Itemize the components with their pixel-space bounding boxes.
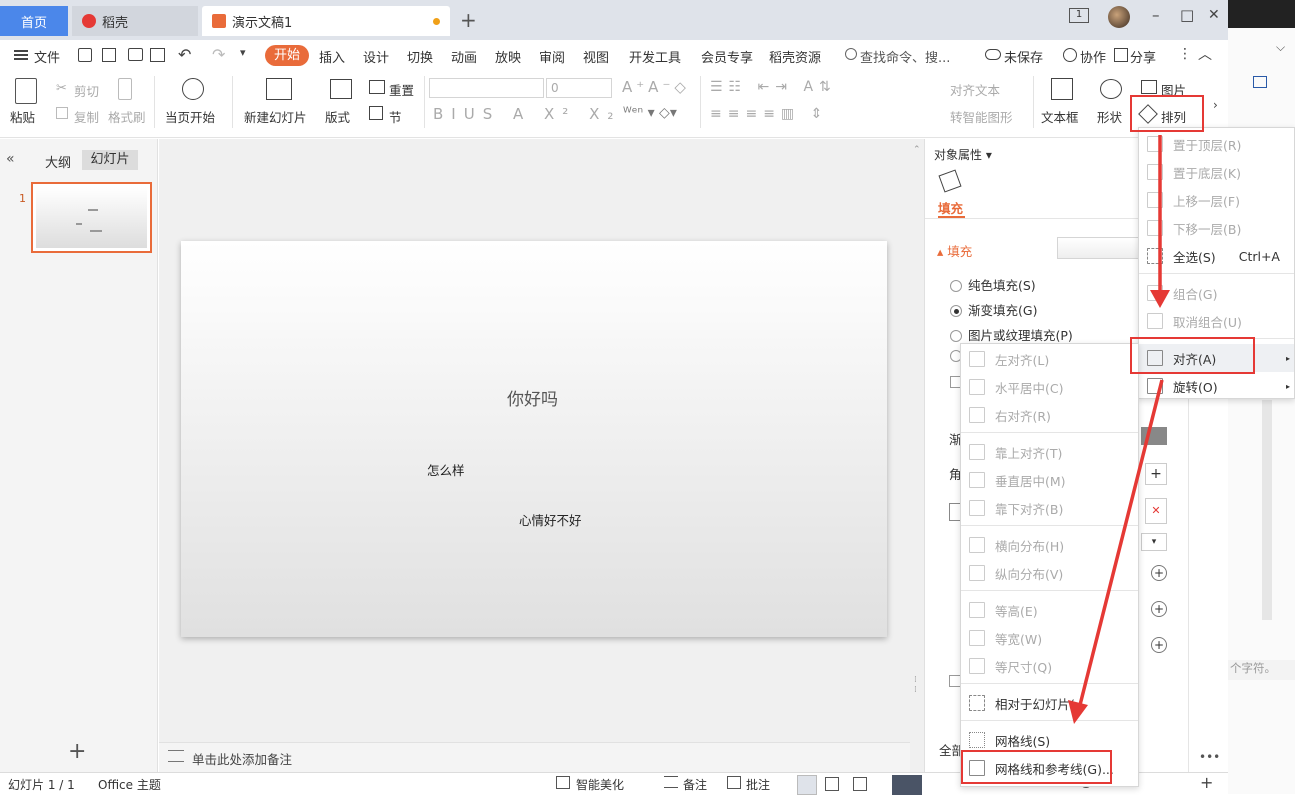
arrow-1-head	[1150, 290, 1170, 308]
arrow-2-line	[1078, 379, 1164, 706]
annotation-arrows	[1068, 135, 1170, 724]
arrow-2-head	[1068, 700, 1088, 724]
